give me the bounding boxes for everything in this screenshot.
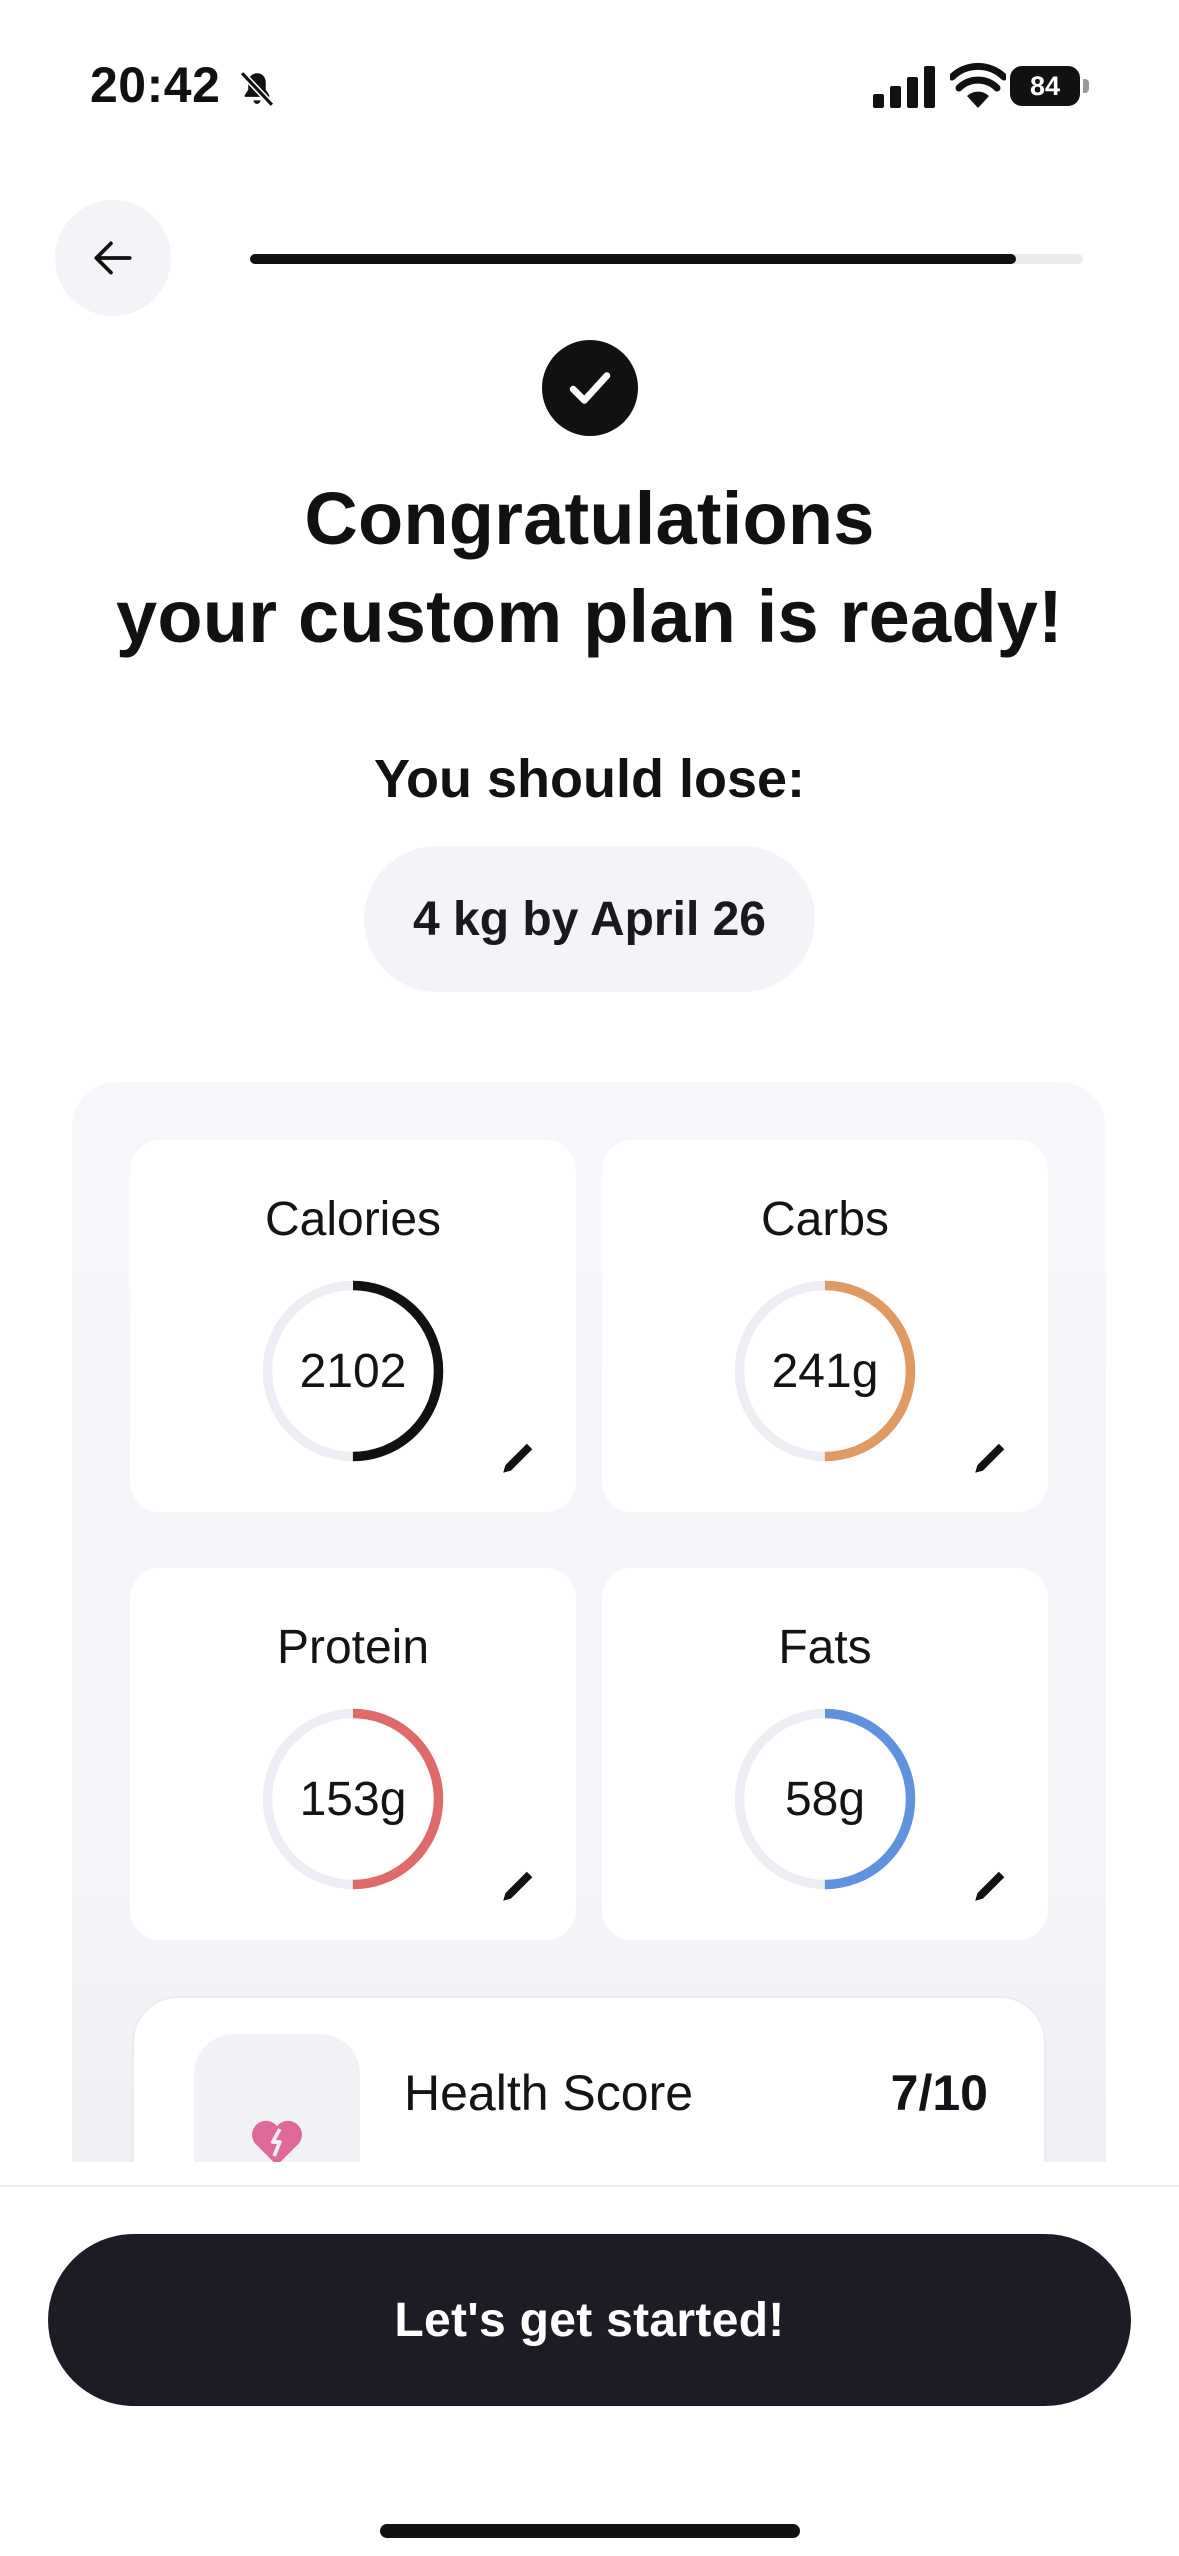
macro-label-calories: Calories (264, 1193, 442, 1246)
home-indicator[interactable] (380, 2524, 800, 2538)
health-icon-box (194, 2034, 360, 2162)
title-line-1: Congratulations (304, 477, 875, 560)
footer: Let's get started! (0, 2185, 1179, 2556)
macro-card-carbs[interactable]: Carbs 241g (602, 1140, 1048, 1512)
macro-value-protein: 153g (299, 1772, 407, 1826)
progress-fill (250, 254, 1017, 264)
macro-card-calories[interactable]: Calories 2102 (130, 1140, 576, 1512)
macro-label-protein: Protein (276, 1621, 430, 1674)
checkmark-icon (569, 372, 611, 404)
arrow-left-icon (94, 241, 132, 275)
bell-slash-icon (239, 71, 275, 107)
status-bar: 20:42 84 (0, 0, 1179, 170)
health-score-label: Health Score (404, 2065, 694, 2121)
battery-level: 84 (1010, 66, 1080, 106)
page-title: Congratulations your custom plan is read… (0, 470, 1179, 666)
broken-heart-icon (252, 2120, 302, 2162)
title-line-2: your custom plan is ready! (116, 575, 1063, 658)
pencil-icon[interactable] (968, 1864, 1012, 1908)
macro-label-fats: Fats (778, 1621, 872, 1674)
macro-panel: Calories 2102 Carbs 241g Protein 153g Fats 5… (72, 1082, 1106, 2162)
macro-card-protein[interactable]: Protein 153g (130, 1568, 576, 1940)
lose-label: You should lose: (374, 749, 805, 809)
back-button[interactable] (55, 200, 171, 316)
macro-label-carbs: Carbs (760, 1193, 890, 1246)
status-time: 20:42 (90, 57, 221, 113)
wifi-icon (950, 62, 1006, 108)
pencil-icon[interactable] (968, 1436, 1012, 1480)
macro-value-fats: 58g (784, 1772, 866, 1826)
cellular-signal-icon (873, 66, 935, 108)
battery-icon: 84 (1010, 66, 1090, 106)
success-badge (542, 340, 638, 436)
goal-pill: 4 kg by April 26 (364, 846, 815, 992)
macro-value-calories: 2102 (299, 1344, 407, 1398)
macro-value-carbs: 241g (771, 1344, 879, 1398)
health-score-card: Health Score 7/10 (132, 1996, 1046, 2162)
pencil-icon[interactable] (496, 1864, 540, 1908)
onboarding-progress-bar (250, 254, 1083, 264)
pencil-icon[interactable] (496, 1436, 540, 1480)
macro-card-fats[interactable]: Fats 58g (602, 1568, 1048, 1940)
plan-ready-screen: 20:42 84 Congratulations your custom pla… (0, 0, 1179, 2556)
health-score-value: 7/10 (890, 2065, 988, 2121)
get-started-button[interactable]: Let's get started! (48, 2234, 1131, 2406)
